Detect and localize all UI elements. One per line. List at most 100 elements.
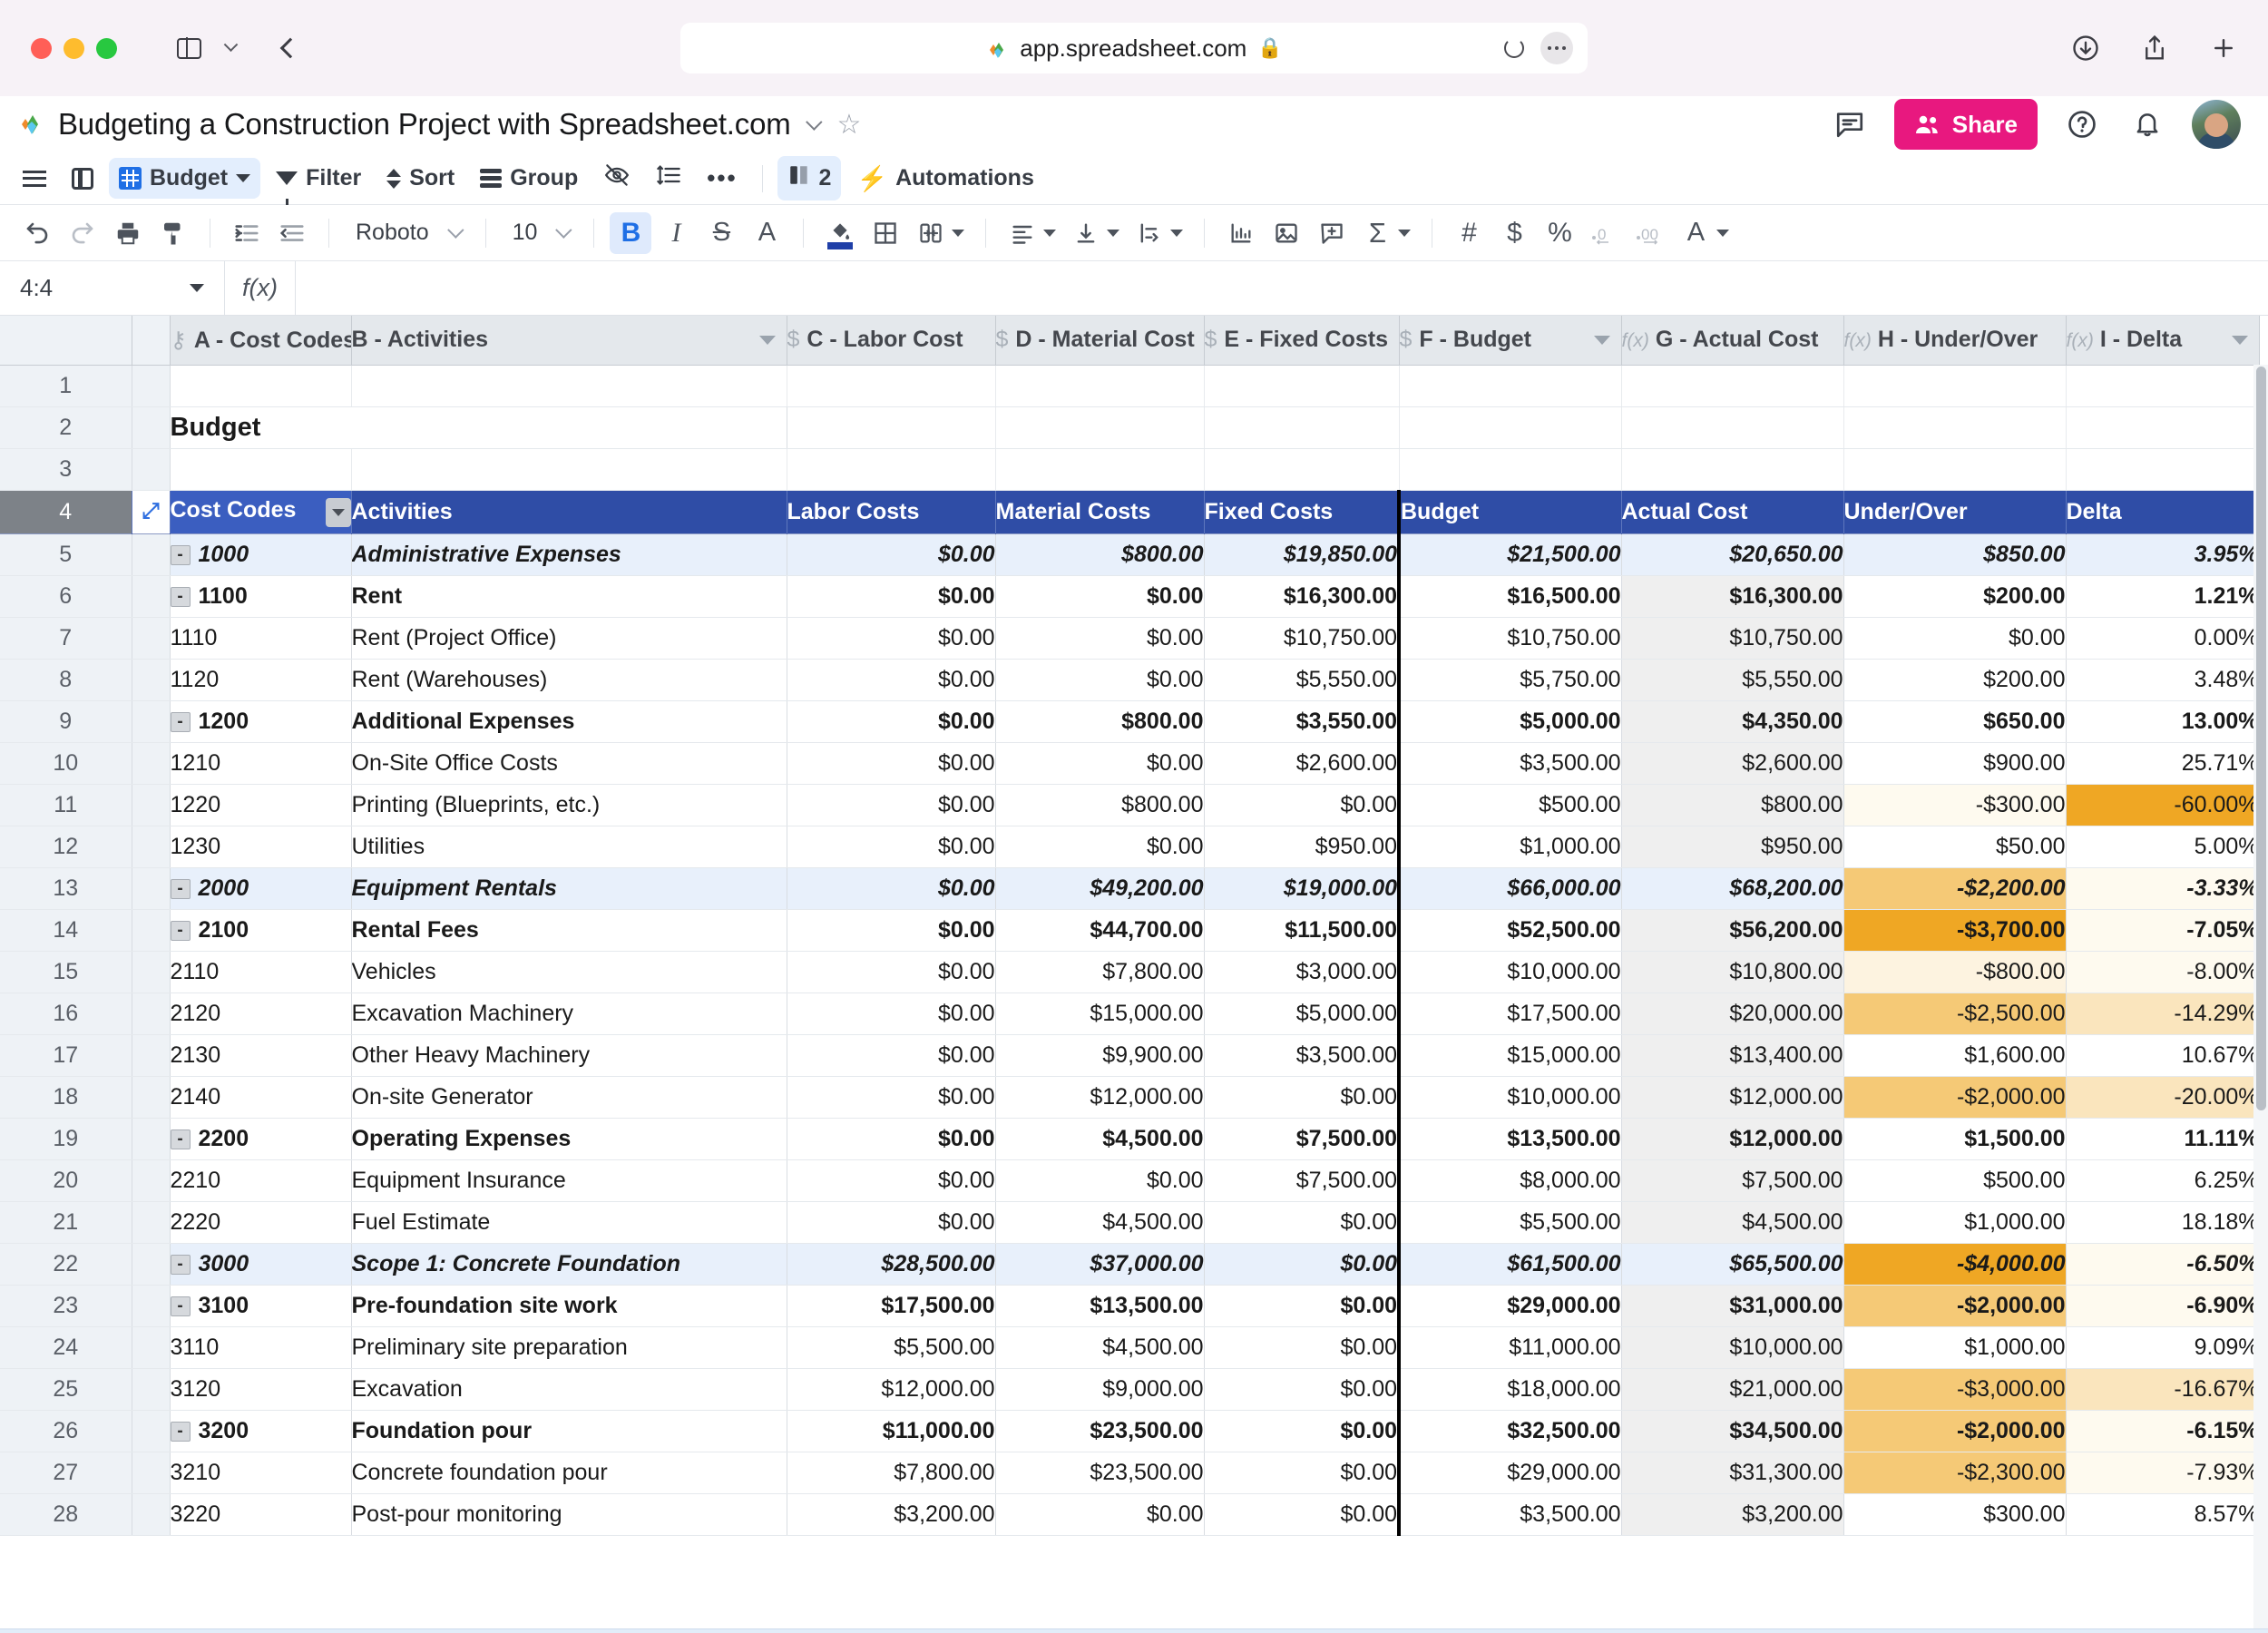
cell-delta[interactable]: 18.18% [2066, 1201, 2260, 1244]
share-button[interactable]: Share [1893, 99, 2038, 150]
column-header-E[interactable]: $ E - Fixed Costs [1204, 316, 1400, 366]
cell-delta[interactable]: -6.50% [2066, 1243, 2260, 1286]
cell-delta[interactable]: 6.25% [2066, 1159, 2260, 1202]
format-painter-button[interactable] [152, 212, 194, 254]
cell-actual-cost[interactable]: $7,500.00 [1621, 1159, 1844, 1202]
row-expand-handle[interactable] [132, 1452, 171, 1494]
cell-activity[interactable]: Other Heavy Machinery [351, 1034, 787, 1077]
empty-cell[interactable] [1399, 406, 1622, 449]
sheet-header-actual-cost[interactable]: Actual Cost [1621, 490, 1844, 534]
empty-cell[interactable] [351, 448, 787, 491]
cell-material-cost[interactable]: $9,000.00 [995, 1368, 1205, 1411]
currency-format-button[interactable]: $ [1493, 212, 1535, 254]
cell-labor-cost[interactable]: $0.00 [787, 659, 996, 701]
vertical-scrollbar[interactable] [2253, 365, 2268, 1628]
collapse-toggle-icon[interactable]: - [170, 878, 191, 899]
empty-cell[interactable] [1843, 406, 2067, 449]
cell-labor-cost[interactable]: $7,800.00 [787, 1452, 996, 1494]
cell-cost-code[interactable]: 2210 [170, 1159, 352, 1202]
cell-labor-cost[interactable]: $0.00 [787, 700, 996, 743]
chevron-down-icon[interactable] [210, 27, 251, 69]
cell-actual-cost[interactable]: $10,800.00 [1621, 951, 1844, 993]
cell-activity[interactable]: Additional Expenses [351, 700, 787, 743]
cell-activity[interactable]: Fuel Estimate [351, 1201, 787, 1244]
cell-cost-code[interactable]: 3210 [170, 1452, 352, 1494]
row-expand-handle[interactable] [132, 742, 171, 785]
row-expand-handle[interactable] [132, 533, 171, 576]
cell-actual-cost[interactable]: $5,550.00 [1621, 659, 1844, 701]
cell-labor-cost[interactable]: $0.00 [787, 742, 996, 785]
cell-budget[interactable]: $5,000.00 [1397, 700, 1622, 743]
avatar[interactable] [2192, 100, 2241, 149]
cell-cost-code[interactable]: -1000 [170, 533, 352, 576]
cell-actual-cost[interactable]: $68,200.00 [1621, 867, 1844, 910]
cell-cost-code[interactable]: -2200 [170, 1118, 352, 1160]
row-number-20[interactable]: 20 [0, 1159, 132, 1202]
print-button[interactable] [107, 212, 149, 254]
chevron-down-icon[interactable] [758, 335, 776, 345]
cell-fixed-cost[interactable]: $10,750.00 [1204, 617, 1400, 660]
cell-delta[interactable]: -7.05% [2066, 909, 2260, 952]
row-expand-handle[interactable] [132, 1159, 171, 1202]
address-bar[interactable]: app.spreadsheet.com 🔒 [680, 23, 1588, 73]
text-color-button[interactable]: A [746, 212, 787, 254]
cell-labor-cost[interactable]: $0.00 [787, 1159, 996, 1202]
insert-image-button[interactable] [1266, 212, 1307, 254]
table-row[interactable]: 21 2220 Fuel Estimate $0.00 $4,500.00 $0.00 $5… [0, 1201, 2260, 1244]
percent-format-button[interactable]: % [1539, 212, 1580, 254]
row-number-3[interactable]: 3 [0, 448, 132, 491]
table-row[interactable]: 12 1230 Utilities $0.00 $0.00 $950.00 $1,000.0… [0, 826, 2260, 868]
sheet-header-material-costs[interactable]: Material Costs [995, 490, 1205, 534]
strikethrough-button[interactable]: S [700, 212, 742, 254]
collapse-toggle-icon[interactable]: - [170, 544, 191, 565]
cell-cost-code[interactable]: -3100 [170, 1285, 352, 1327]
cell-cost-code[interactable]: 1110 [170, 617, 352, 660]
row-number-7[interactable]: 7 [0, 617, 132, 660]
table-row[interactable]: 15 2110 Vehicles $0.00 $7,800.00 $3,000.00 $10… [0, 951, 2260, 993]
share-icon[interactable] [2134, 27, 2175, 69]
indent-decrease-button[interactable] [271, 212, 313, 254]
add-comment-button[interactable] [1311, 212, 1353, 254]
table-row[interactable]: 25 3120 Excavation $12,000.00 $9,000.00 $0.00… [0, 1368, 2260, 1411]
cell-under-over[interactable]: $200.00 [1843, 659, 2067, 701]
cell-fixed-cost[interactable]: $0.00 [1204, 1243, 1400, 1286]
cell-under-over[interactable]: -$3,000.00 [1843, 1368, 2067, 1411]
cell-under-over[interactable]: $1,000.00 [1843, 1326, 2067, 1369]
row-number-12[interactable]: 12 [0, 826, 132, 868]
cell-fixed-cost[interactable]: $3,000.00 [1204, 951, 1400, 993]
fill-color-button[interactable] [819, 212, 861, 254]
cell-actual-cost[interactable]: $31,000.00 [1621, 1285, 1844, 1327]
chevron-down-icon[interactable] [1593, 335, 1610, 345]
font-family-select[interactable]: Roboto [345, 220, 470, 246]
cell-material-cost[interactable]: $4,500.00 [995, 1326, 1205, 1369]
redo-button[interactable] [62, 212, 103, 254]
table-row[interactable]: 3 [0, 448, 2260, 491]
conditional-formatting-button[interactable]: 2 [777, 156, 842, 200]
cell-under-over[interactable]: $300.00 [1843, 1493, 2067, 1536]
cell-labor-cost[interactable]: $0.00 [787, 784, 996, 826]
empty-cell[interactable] [1621, 365, 1844, 407]
cell-delta[interactable]: 11.11% [2066, 1118, 2260, 1160]
table-row[interactable]: 4 ⤢ Cost Codes Activities Labor Costs Materia… [0, 490, 2260, 534]
cell-labor-cost[interactable]: $5,500.00 [787, 1326, 996, 1369]
cell-material-cost[interactable]: $800.00 [995, 533, 1205, 576]
cell-delta[interactable]: 5.00% [2066, 826, 2260, 868]
row-number-21[interactable]: 21 [0, 1201, 132, 1244]
row-number-2[interactable]: 2 [0, 406, 132, 449]
cell-fixed-cost[interactable]: $7,500.00 [1204, 1159, 1400, 1202]
cell-budget[interactable]: $29,000.00 [1397, 1452, 1622, 1494]
row-number-10[interactable]: 10 [0, 742, 132, 785]
formula-input[interactable] [296, 261, 2268, 315]
cell-reference-box[interactable]: 4:4 [0, 261, 225, 315]
cell-labor-cost[interactable]: $0.00 [787, 1076, 996, 1119]
group-button[interactable]: Group [470, 158, 588, 199]
row-number-24[interactable]: 24 [0, 1326, 132, 1369]
cell-budget[interactable]: $52,500.00 [1397, 909, 1622, 952]
row-number-17[interactable]: 17 [0, 1034, 132, 1077]
cell-material-cost[interactable]: $0.00 [995, 659, 1205, 701]
table-row[interactable]: 19-2200 Operating Expenses $0.00 $4,500.00 $… [0, 1118, 2260, 1160]
cell-delta[interactable]: 13.00% [2066, 700, 2260, 743]
undo-button[interactable] [16, 212, 58, 254]
cell-fixed-cost[interactable]: $0.00 [1204, 1326, 1400, 1369]
cell-cost-code[interactable]: -2100 [170, 909, 352, 952]
